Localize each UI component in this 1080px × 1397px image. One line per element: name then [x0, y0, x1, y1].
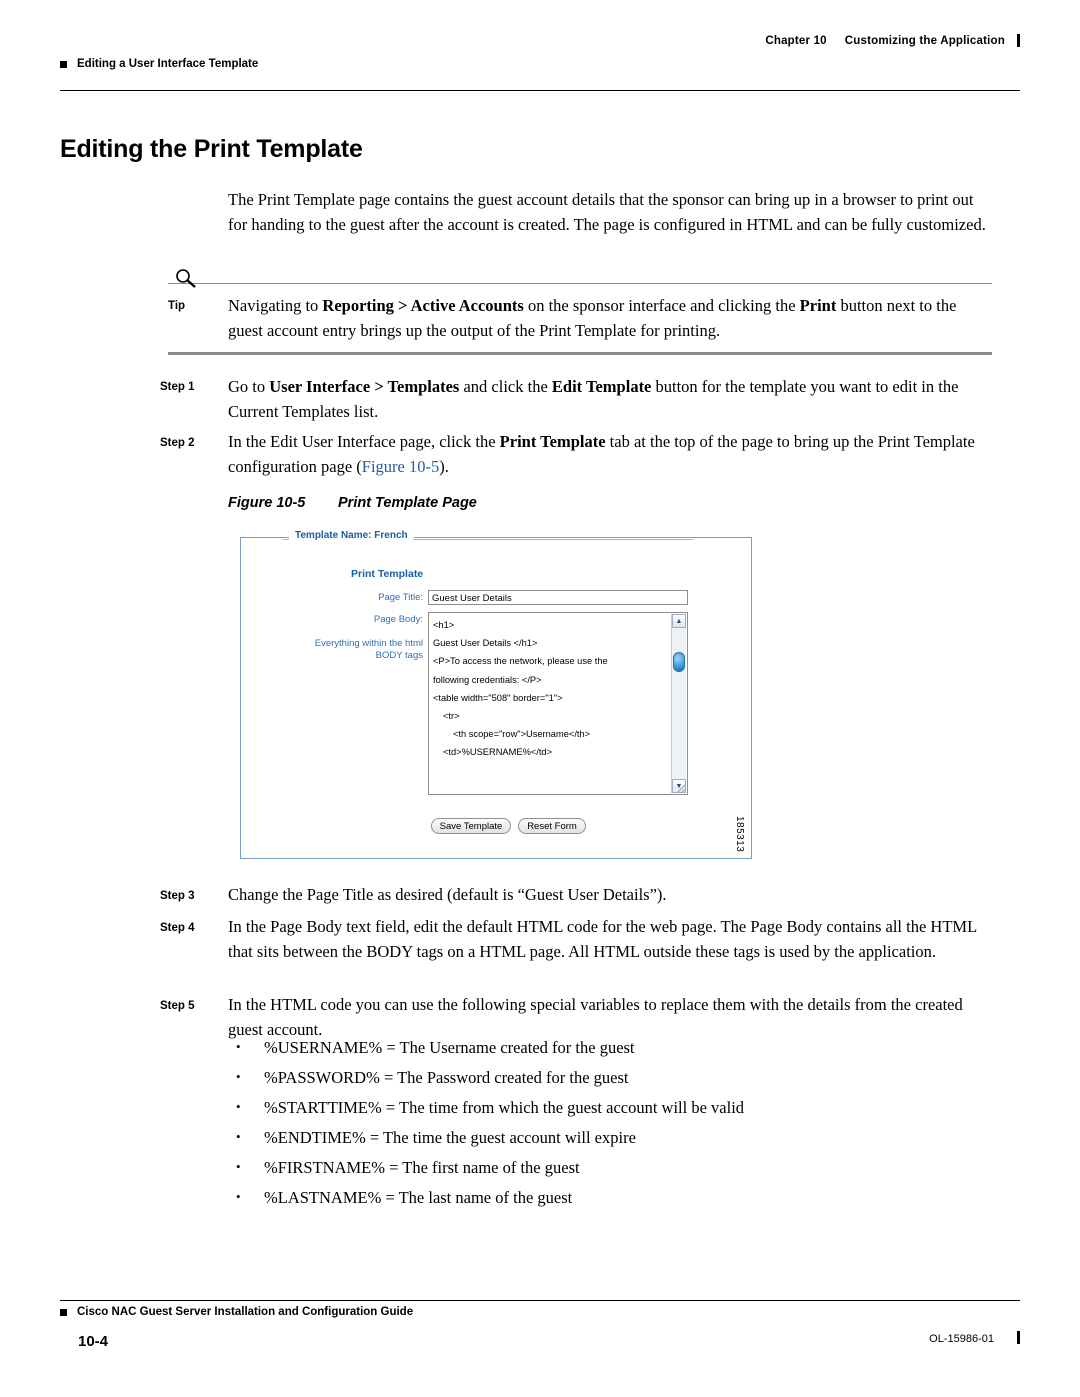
bullet-dot-icon: •	[236, 1069, 241, 1084]
variable-text-starttime: %STARTTIME% = The time from which the gu…	[264, 1098, 745, 1117]
tip-text-1: Navigating to	[228, 296, 323, 315]
bullet-dot-icon: •	[236, 1189, 241, 1204]
variable-text-firstname: %FIRSTNAME% = The first name of the gues…	[264, 1158, 580, 1177]
tip-text: Navigating to Reporting > Active Account…	[228, 294, 992, 343]
body-line-7: <th scope="row">Username</th>	[453, 729, 591, 740]
tip-lightbulb-icon	[176, 269, 196, 288]
tip-bold-1: Reporting > Active Accounts	[322, 296, 524, 315]
textarea-resize-grip[interactable]	[677, 784, 686, 793]
header-divider	[60, 90, 1020, 91]
header-chapter-title: Customizing the Application	[844, 34, 1005, 47]
save-template-button[interactable]: Save Template	[431, 818, 511, 834]
page-title-label: Page Title:	[378, 592, 423, 603]
body-line-5: <table width="508" border="1">	[433, 692, 563, 703]
step-4-label: Step 4	[160, 922, 195, 934]
print-template-section-header: Print Template	[351, 568, 424, 580]
footer-book-title: Cisco NAC Guest Server Installation and …	[60, 1306, 413, 1318]
page-body-hint-line1: Everything within the html	[314, 638, 423, 649]
page-header: Chapter 10 Customizing the Application E…	[60, 34, 1020, 80]
variable-item-password: • %PASSWORD% = The Password created for t…	[236, 1068, 629, 1088]
variable-item-lastname: • %LASTNAME% = The last name of the guest	[236, 1188, 573, 1208]
figure-caption: Figure 10-5 Print Template Page	[228, 495, 477, 511]
step-3-label: Step 3	[160, 890, 195, 902]
header-chapter-number: Chapter 10	[765, 34, 827, 47]
header-running-head: Editing a User Interface Template	[60, 58, 258, 70]
footer-page-number: 10-4	[78, 1333, 109, 1350]
bullet-dot-icon: •	[236, 1129, 241, 1144]
page-body-content: <h1> Guest User Details </h1> <P>To acce…	[433, 616, 661, 762]
step-4-text: In the Page Body text field, edit the de…	[228, 917, 977, 961]
variable-text-username: %USERNAME% = The Username created for th…	[264, 1038, 635, 1057]
tip-bottom-divider	[168, 352, 992, 355]
footer-book-title-text: Cisco NAC Guest Server Installation and …	[77, 1306, 414, 1318]
figure-print-template-page: Template Name: French Print Template Pag…	[240, 530, 752, 859]
variable-text-password: %PASSWORD% = The Password created for th…	[264, 1068, 629, 1087]
page-body-textarea[interactable]: <h1> Guest User Details </h1> <P>To acce…	[428, 612, 688, 795]
reset-form-button[interactable]: Reset Form	[518, 818, 586, 834]
header-rule-mark	[1017, 34, 1020, 47]
scroll-up-arrow-icon[interactable]: ▲	[672, 614, 686, 628]
figure-cross-reference-link[interactable]: Figure 10-5	[362, 457, 439, 476]
step-1-bold-2: Edit Template	[551, 377, 652, 396]
step-3-text: Change the Page Title as desired (defaul…	[228, 885, 667, 904]
running-head-text: Editing a User Interface Template	[77, 58, 259, 70]
tip-label: Tip	[168, 300, 186, 312]
body-line-8: <td>%USERNAME%</td>	[443, 747, 553, 758]
body-line-3: <P>To access the network, please use the	[433, 656, 608, 667]
page-body-label: Page Body:	[373, 614, 423, 625]
square-bullet-icon	[60, 60, 67, 68]
step-5-label: Step 5	[160, 1000, 195, 1012]
square-bullet-icon	[60, 1308, 67, 1316]
header-chapter-info: Chapter 10 Customizing the Application	[765, 34, 1020, 47]
step-2-text-3: ).	[439, 456, 449, 476]
variable-item-endtime: • %ENDTIME% = The time the guest account …	[236, 1128, 636, 1148]
page-body-hint-line2: BODY tags	[375, 650, 423, 661]
figure-id-number: 185313	[734, 815, 745, 852]
step-1-bold-1: User Interface > Templates	[269, 377, 460, 396]
body-line-2: Guest User Details </h1>	[433, 638, 538, 649]
step-5-text: In the HTML code you can use the followi…	[228, 995, 963, 1039]
step-1-text-1: Go to	[228, 377, 270, 396]
footer-divider	[60, 1300, 1020, 1301]
intro-paragraph: The Print Template page contains the gue…	[228, 190, 986, 234]
step-2-label: Step 2	[160, 437, 195, 449]
figure-caption-text: Print Template Page	[338, 495, 477, 511]
step-1-label: Step 1	[160, 381, 195, 393]
body-line-4: following credentials: </P>	[433, 674, 542, 685]
scrollbar-thumb[interactable]	[673, 652, 685, 672]
page-body-scrollbar[interactable]: ▲ ▼	[671, 614, 686, 793]
footer-doc-id: OL-15986-01	[929, 1333, 994, 1345]
bullet-dot-icon: •	[236, 1099, 241, 1114]
tip-text-2: on the sponsor interface and clicking th…	[523, 296, 800, 315]
variable-item-username: • %USERNAME% = The Username created for t…	[236, 1038, 635, 1058]
tip-bold-2: Print	[799, 296, 837, 315]
variable-text-endtime: %ENDTIME% = The time the guest account w…	[264, 1128, 636, 1147]
footer-rule-mark	[1017, 1331, 1020, 1344]
step-2-text: In the Edit User Interface page, click t…	[228, 430, 992, 479]
bullet-dot-icon: •	[236, 1039, 241, 1054]
variable-item-starttime: • %STARTTIME% = The time from which the g…	[236, 1098, 745, 1118]
figure-caption-number: Figure 10-5	[228, 495, 306, 511]
step-2-text-1: In the Edit User Interface page, click t…	[228, 432, 500, 451]
variable-text-lastname: %LASTNAME% = The last name of the guest	[264, 1188, 573, 1207]
step-1-text: Go to User Interface > Templates and cli…	[228, 375, 992, 424]
body-line-1: <h1>	[433, 620, 455, 630]
document-page: Chapter 10 Customizing the Application E…	[0, 0, 1080, 1397]
page-title: Editing the Print Template	[60, 135, 363, 163]
template-name-legend: Template Name: French	[289, 530, 414, 541]
variable-item-firstname: • %FIRSTNAME% = The first name of the gue…	[236, 1158, 580, 1178]
body-line-6: <tr>	[443, 711, 460, 722]
step-2-bold-1: Print Template	[499, 432, 606, 451]
page-title-input[interactable]: Guest User Details	[428, 590, 688, 605]
bullet-dot-icon: •	[236, 1159, 241, 1174]
step-1-text-2: and click the	[459, 377, 552, 396]
tip-top-divider	[168, 283, 992, 284]
